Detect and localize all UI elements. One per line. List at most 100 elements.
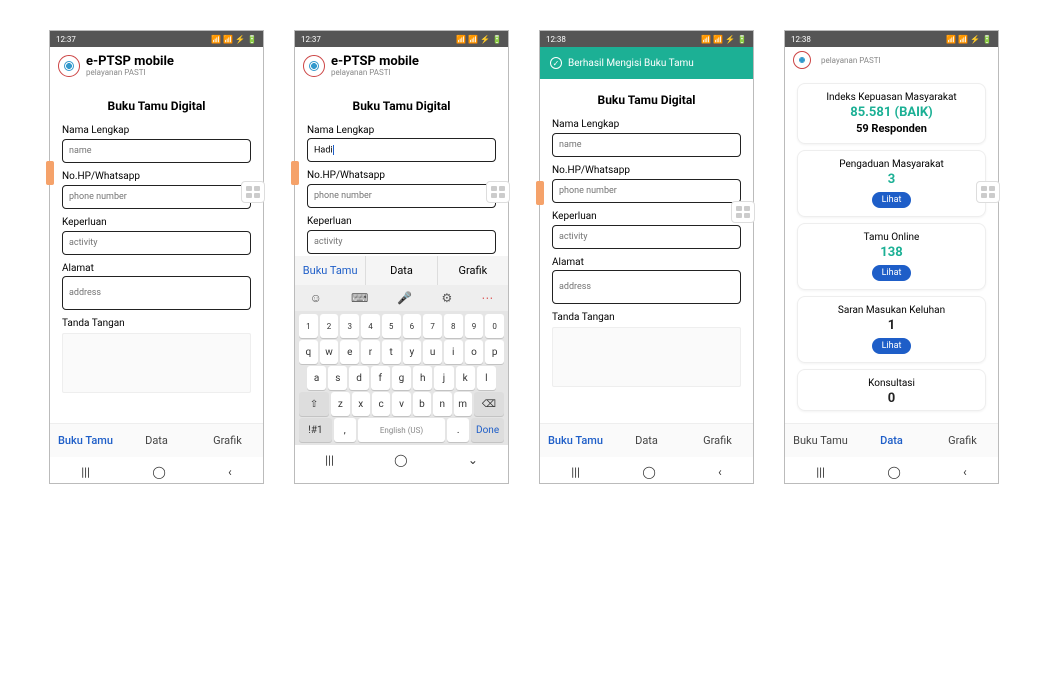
key-z[interactable]: z — [331, 392, 349, 416]
symbols-key[interactable]: !#1 — [299, 418, 332, 442]
key-7[interactable]: 7 — [423, 314, 442, 338]
nav-recent-icon[interactable]: ||| — [816, 465, 825, 479]
key-8[interactable]: 8 — [444, 314, 463, 338]
floating-grid-icon[interactable] — [976, 181, 1000, 203]
signature-pad[interactable] — [552, 327, 741, 387]
tab-data[interactable]: Data — [121, 424, 192, 457]
key-x[interactable]: x — [352, 392, 370, 416]
key-e[interactable]: e — [340, 340, 359, 364]
backspace-key[interactable]: ⌫ — [474, 392, 504, 416]
key-3[interactable]: 3 — [340, 314, 359, 338]
keperluan-input[interactable] — [552, 225, 741, 249]
key-w[interactable]: w — [320, 340, 339, 364]
nav-back-icon[interactable]: ‹ — [718, 465, 722, 479]
key-g[interactable]: g — [392, 366, 411, 390]
key-r[interactable]: r — [361, 340, 380, 364]
period-key[interactable]: . — [447, 418, 469, 442]
key-m[interactable]: m — [454, 392, 472, 416]
nohp-input[interactable] — [552, 179, 741, 203]
key-n[interactable]: n — [433, 392, 451, 416]
label-keperluan: Keperluan — [62, 217, 251, 228]
label-alamat: Alamat — [62, 263, 251, 274]
key-d[interactable]: d — [349, 366, 368, 390]
key-9[interactable]: 9 — [465, 314, 484, 338]
nama-input[interactable] — [552, 133, 741, 157]
suggestion-3[interactable]: Grafik — [438, 256, 508, 285]
suggestion-2[interactable]: Data — [366, 256, 437, 285]
done-key[interactable]: Done — [471, 418, 504, 442]
keperluan-input[interactable] — [307, 230, 496, 254]
key-f[interactable]: f — [371, 366, 390, 390]
nav-home-icon[interactable]: ◯ — [642, 465, 655, 479]
alamat-input[interactable] — [552, 270, 741, 304]
key-2[interactable]: 2 — [320, 314, 339, 338]
floating-grid-icon[interactable] — [241, 181, 265, 203]
lihat-button[interactable]: Lihat — [872, 338, 912, 354]
card-tamu-title: Tamu Online — [804, 232, 979, 243]
more-icon[interactable]: ⋯ — [481, 291, 493, 305]
nohp-input[interactable] — [307, 184, 496, 208]
tab-grafik[interactable]: Grafik — [682, 424, 753, 457]
floating-grid-icon[interactable] — [731, 201, 755, 223]
nav-recent-icon[interactable]: ||| — [325, 453, 334, 467]
nama-input[interactable]: Hadi — [307, 138, 496, 162]
key-l[interactable]: l — [477, 366, 496, 390]
tab-buku-tamu[interactable]: Buku Tamu — [540, 424, 611, 457]
nav-home-icon[interactable]: ◯ — [394, 453, 407, 467]
key-h[interactable]: h — [413, 366, 432, 390]
key-c[interactable]: c — [372, 392, 390, 416]
key-b[interactable]: b — [413, 392, 431, 416]
key-i[interactable]: i — [444, 340, 463, 364]
key-u[interactable]: u — [423, 340, 442, 364]
key-v[interactable]: v — [392, 392, 410, 416]
label-nama: Nama Lengkap — [552, 119, 741, 130]
key-j[interactable]: j — [434, 366, 453, 390]
tab-grafik[interactable]: Grafik — [927, 424, 998, 457]
keyboard-suggestion-bar: Buku Tamu Data Grafik — [295, 256, 508, 285]
nav-back-icon[interactable]: ‹ — [228, 465, 232, 479]
key-t[interactable]: t — [382, 340, 401, 364]
emoji-icon[interactable]: ☺ — [310, 291, 322, 305]
suggestion-1[interactable]: Buku Tamu — [295, 256, 366, 285]
nav-home-icon[interactable]: ◯ — [887, 465, 900, 479]
key-0[interactable]: 0 — [485, 314, 504, 338]
tab-data[interactable]: Data — [856, 424, 927, 457]
floating-grid-icon[interactable] — [486, 181, 510, 203]
key-s[interactable]: s — [328, 366, 347, 390]
lihat-button[interactable]: Lihat — [872, 192, 912, 208]
gear-icon[interactable]: ⚙ — [441, 291, 452, 305]
tab-buku-tamu[interactable]: Buku Tamu — [785, 424, 856, 457]
tab-data[interactable]: Data — [611, 424, 682, 457]
key-4[interactable]: 4 — [361, 314, 380, 338]
key-k[interactable]: k — [456, 366, 475, 390]
nohp-input[interactable] — [62, 185, 251, 209]
nav-recent-icon[interactable]: ||| — [81, 465, 90, 479]
mic-icon[interactable]: 🎤 — [397, 291, 412, 305]
card-saran-title: Saran Masukan Keluhan — [804, 305, 979, 316]
shift-key[interactable]: ⇧ — [299, 392, 329, 416]
signature-pad[interactable] — [62, 333, 251, 393]
key-q[interactable]: q — [299, 340, 318, 364]
space-key[interactable]: English (US) — [358, 418, 446, 442]
nama-input[interactable] — [62, 139, 251, 163]
keperluan-input[interactable] — [62, 231, 251, 255]
key-y[interactable]: y — [403, 340, 422, 364]
key-a[interactable]: a — [307, 366, 326, 390]
key-p[interactable]: p — [485, 340, 504, 364]
lihat-button[interactable]: Lihat — [872, 265, 912, 281]
alamat-input[interactable] — [62, 276, 251, 310]
key-6[interactable]: 6 — [403, 314, 422, 338]
nav-home-icon[interactable]: ◯ — [152, 465, 165, 479]
tab-buku-tamu[interactable]: Buku Tamu — [50, 424, 121, 457]
bottom-tabs: Buku Tamu Data Grafik — [50, 423, 263, 457]
key-1[interactable]: 1 — [299, 314, 318, 338]
key-o[interactable]: o — [465, 340, 484, 364]
nav-back-icon[interactable]: ‹ — [963, 465, 967, 479]
tab-grafik[interactable]: Grafik — [192, 424, 263, 457]
nav-recent-icon[interactable]: ||| — [571, 465, 580, 479]
key-5[interactable]: 5 — [382, 314, 401, 338]
label-nohp: No.HP/Whatsapp — [307, 170, 496, 181]
sticker-icon[interactable]: ⌨ — [351, 291, 368, 305]
nav-keyboard-down-icon[interactable]: ⌄ — [468, 453, 478, 467]
comma-key[interactable]: , — [334, 418, 356, 442]
